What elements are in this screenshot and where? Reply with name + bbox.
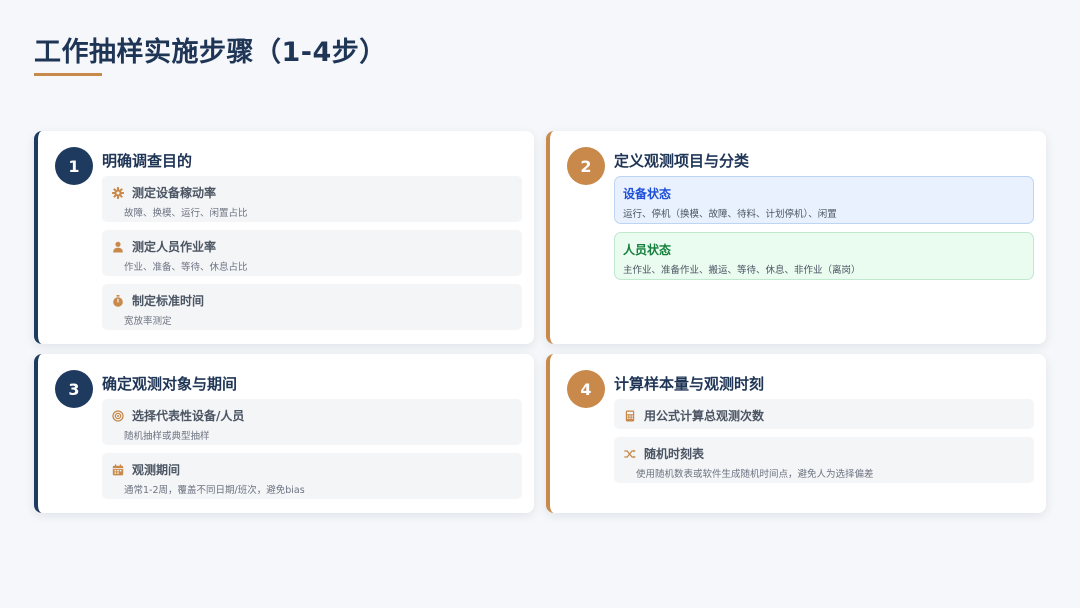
step-number-badge: 1: [55, 147, 93, 185]
status-desc: 主作业、准备作业、搬运、等待、休息、非作业（离岗）: [623, 265, 861, 276]
step-number-badge: 2: [567, 147, 605, 185]
item-desc: 故障、换模、运行、闲置占比: [124, 208, 248, 219]
list-item: 选择代表性设备/人员 随机抽样或典型抽样: [102, 399, 522, 445]
calculator-icon: [624, 410, 636, 422]
item-label: 观测期间: [132, 463, 181, 477]
slide: 工作抽样实施步骤（1-4步） 1 明确调查目的 测定设备稼动率 故障、换模、运行…: [0, 0, 1080, 608]
item-label: 测定设备稼动率: [132, 186, 217, 200]
status-label: 设备状态: [623, 187, 672, 201]
step-title: 计算样本量与观测时刻: [614, 375, 765, 393]
person-icon: [112, 241, 124, 253]
personnel-status-box: 人员状态 主作业、准备作业、搬运、等待、休息、非作业（离岗）: [614, 232, 1034, 280]
stopwatch-icon: [112, 294, 124, 307]
step-title: 确定观测对象与期间: [102, 375, 238, 393]
step-title: 定义观测项目与分类: [614, 152, 750, 170]
item-desc: 通常1-2周，覆盖不同日期/班次，避免bias: [124, 485, 305, 496]
item-label: 用公式计算总观测次数: [644, 409, 765, 423]
item-label: 选择代表性设备/人员: [132, 409, 245, 423]
list-item: 用公式计算总观测次数: [614, 399, 1034, 429]
step-card-1: 1 明确调查目的 测定设备稼动率 故障、换模、运行、闲置占比 测定人员作业率 作…: [34, 131, 534, 344]
item-label: 制定标准时间: [132, 294, 205, 308]
page-title: 工作抽样实施步骤（1-4步）: [34, 37, 387, 68]
step-card-3: 3 确定观测对象与期间 选择代表性设备/人员 随机抽样或典型抽样 观测期间 通常…: [34, 354, 534, 513]
step-number-badge: 4: [567, 370, 605, 408]
list-item: 随机时刻表 使用随机数表或软件生成随机时间点，避免人为选择偏差: [614, 437, 1034, 483]
step-number-badge: 3: [55, 370, 93, 408]
list-item: 测定人员作业率 作业、准备、等待、休息占比: [102, 230, 522, 276]
status-desc: 运行、停机（换模、故障、待料、计划停机）、闲置: [623, 209, 837, 220]
item-desc: 使用随机数表或软件生成随机时间点，避免人为选择偏差: [636, 469, 874, 480]
status-label: 人员状态: [623, 243, 672, 257]
list-item: 制定标准时间 宽放率测定: [102, 284, 522, 330]
step-title: 明确调查目的: [102, 152, 193, 170]
calendar-icon: [112, 463, 124, 476]
gear-icon: [112, 186, 124, 199]
item-desc: 宽放率测定: [124, 316, 172, 327]
list-item: 测定设备稼动率 故障、换模、运行、闲置占比: [102, 176, 522, 222]
step-card-2: 2 定义观测项目与分类 设备状态 运行、停机（换模、故障、待料、计划停机）、闲置…: [546, 131, 1046, 344]
target-icon: [112, 409, 124, 422]
item-label: 测定人员作业率: [132, 240, 217, 254]
item-desc: 作业、准备、等待、休息占比: [124, 262, 248, 273]
list-item: 观测期间 通常1-2周，覆盖不同日期/班次，避免bias: [102, 453, 522, 499]
title-underline: [34, 73, 102, 76]
item-desc: 随机抽样或典型抽样: [124, 431, 210, 442]
step-card-4: 4 计算样本量与观测时刻 用公式计算总观测次数 随机时刻表 使用随机数表或软件生…: [546, 354, 1046, 513]
shuffle-icon: [624, 448, 636, 460]
equipment-status-box: 设备状态 运行、停机（换模、故障、待料、计划停机）、闲置: [614, 176, 1034, 224]
item-label: 随机时刻表: [644, 447, 705, 461]
